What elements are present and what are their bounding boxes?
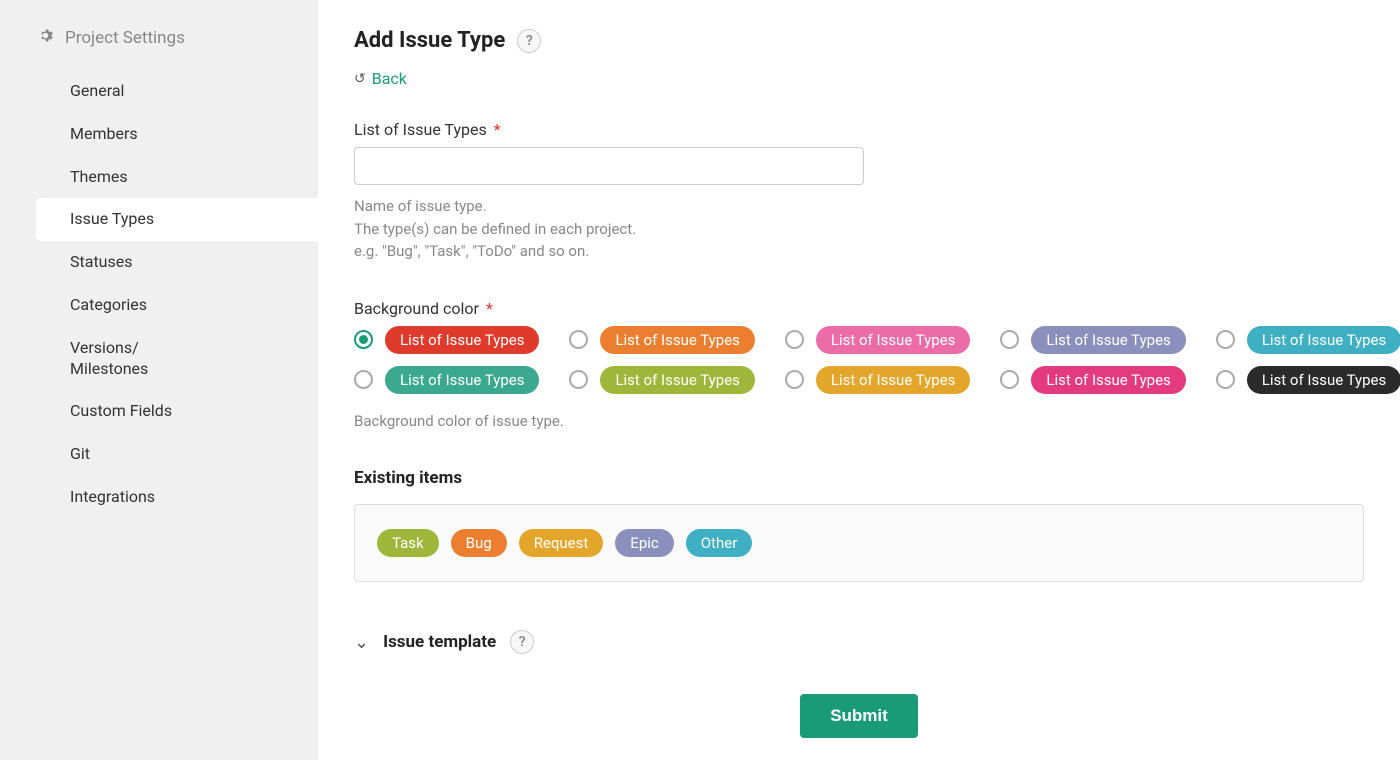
sidebar-title: Project Settings xyxy=(65,28,185,48)
sidebar-item-categories[interactable]: Categories xyxy=(0,284,318,327)
sidebar: Project Settings General Members Themes … xyxy=(0,0,318,760)
radio-icon xyxy=(785,330,804,349)
color-option-2[interactable]: List of Issue Types xyxy=(785,326,970,354)
color-swatch-6: List of Issue Types xyxy=(600,366,754,394)
color-swatch-8: List of Issue Types xyxy=(1031,366,1185,394)
sidebar-item-issue-types[interactable]: Issue Types xyxy=(36,198,318,241)
color-swatch-4: List of Issue Types xyxy=(1247,326,1400,354)
color-swatch-5: List of Issue Types xyxy=(385,366,539,394)
radio-icon xyxy=(785,370,804,389)
undo-icon: ↺ xyxy=(354,71,366,87)
existing-items-title: Existing items xyxy=(354,468,1364,488)
required-star: * xyxy=(494,120,501,139)
issue-type-name-input[interactable] xyxy=(354,147,864,185)
main-content: Add Issue Type ? ↺ Back List of Issue Ty… xyxy=(318,0,1400,760)
required-star: * xyxy=(486,299,493,318)
help-icon[interactable]: ? xyxy=(517,29,541,53)
submit-row: Submit xyxy=(354,694,1364,738)
color-option-7[interactable]: List of Issue Types xyxy=(785,366,970,394)
issue-template-title: Issue template xyxy=(383,632,496,652)
chevron-down-icon: ⌄ xyxy=(354,632,369,653)
name-field-label: List of Issue Types * xyxy=(354,120,1364,139)
radio-icon xyxy=(1000,370,1019,389)
radio-icon xyxy=(1000,330,1019,349)
name-field: List of Issue Types * Name of issue type… xyxy=(354,120,1364,263)
existing-item-epic: Epic xyxy=(615,529,673,557)
existing-item-other: Other xyxy=(686,529,753,557)
background-color-label: Background color * xyxy=(354,299,1364,318)
sidebar-item-custom-fields[interactable]: Custom Fields xyxy=(0,390,318,433)
color-swatch-7: List of Issue Types xyxy=(816,366,970,394)
color-option-6[interactable]: List of Issue Types xyxy=(569,366,754,394)
page-title-row: Add Issue Type ? xyxy=(354,28,1364,53)
back-link: Back xyxy=(372,69,407,88)
sidebar-item-general[interactable]: General xyxy=(0,70,318,113)
color-options-grid: List of Issue Types List of Issue Types … xyxy=(354,326,1364,394)
color-option-9[interactable]: List of Issue Types xyxy=(1216,366,1400,394)
color-option-4[interactable]: List of Issue Types xyxy=(1216,326,1400,354)
color-option-0[interactable]: List of Issue Types xyxy=(354,326,539,354)
color-swatch-9: List of Issue Types xyxy=(1247,366,1400,394)
sidebar-item-members[interactable]: Members xyxy=(0,113,318,156)
color-option-8[interactable]: List of Issue Types xyxy=(1000,366,1185,394)
color-swatch-0: List of Issue Types xyxy=(385,326,539,354)
sidebar-header: Project Settings xyxy=(0,26,318,70)
color-swatch-2: List of Issue Types xyxy=(816,326,970,354)
color-option-3[interactable]: List of Issue Types xyxy=(1000,326,1185,354)
sidebar-item-git[interactable]: Git xyxy=(0,433,318,476)
help-icon[interactable]: ? xyxy=(510,630,534,654)
color-field-hint: Background color of issue type. xyxy=(354,410,1364,433)
submit-button[interactable]: Submit xyxy=(800,694,918,738)
sidebar-menu: General Members Themes Issue Types Statu… xyxy=(0,70,318,519)
radio-icon xyxy=(569,330,588,349)
color-option-1[interactable]: List of Issue Types xyxy=(569,326,754,354)
existing-item-request: Request xyxy=(519,529,604,557)
gear-icon xyxy=(36,26,55,50)
sidebar-item-themes[interactable]: Themes xyxy=(0,156,318,199)
existing-items-box: Task Bug Request Epic Other xyxy=(354,504,1364,582)
radio-icon xyxy=(354,370,373,389)
radio-icon xyxy=(1216,330,1235,349)
sidebar-item-versions[interactable]: Versions/ Milestones xyxy=(0,327,318,391)
sidebar-item-integrations[interactable]: Integrations xyxy=(0,476,318,519)
radio-icon xyxy=(1216,370,1235,389)
existing-item-bug: Bug xyxy=(451,529,507,557)
sidebar-item-statuses[interactable]: Statuses xyxy=(0,241,318,284)
page-title: Add Issue Type xyxy=(354,28,505,53)
color-swatch-1: List of Issue Types xyxy=(600,326,754,354)
radio-icon xyxy=(569,370,588,389)
existing-items-section: Existing items Task Bug Request Epic Oth… xyxy=(354,468,1364,582)
existing-item-task: Task xyxy=(377,529,439,557)
background-color-field: Background color * List of Issue Types L… xyxy=(354,299,1364,433)
name-field-hint: Name of issue type. The type(s) can be d… xyxy=(354,195,1364,263)
issue-template-toggle[interactable]: ⌄ Issue template ? xyxy=(354,630,1364,654)
back-link-row[interactable]: ↺ Back xyxy=(354,69,1364,88)
color-option-5[interactable]: List of Issue Types xyxy=(354,366,539,394)
radio-icon xyxy=(354,330,373,349)
color-swatch-3: List of Issue Types xyxy=(1031,326,1185,354)
